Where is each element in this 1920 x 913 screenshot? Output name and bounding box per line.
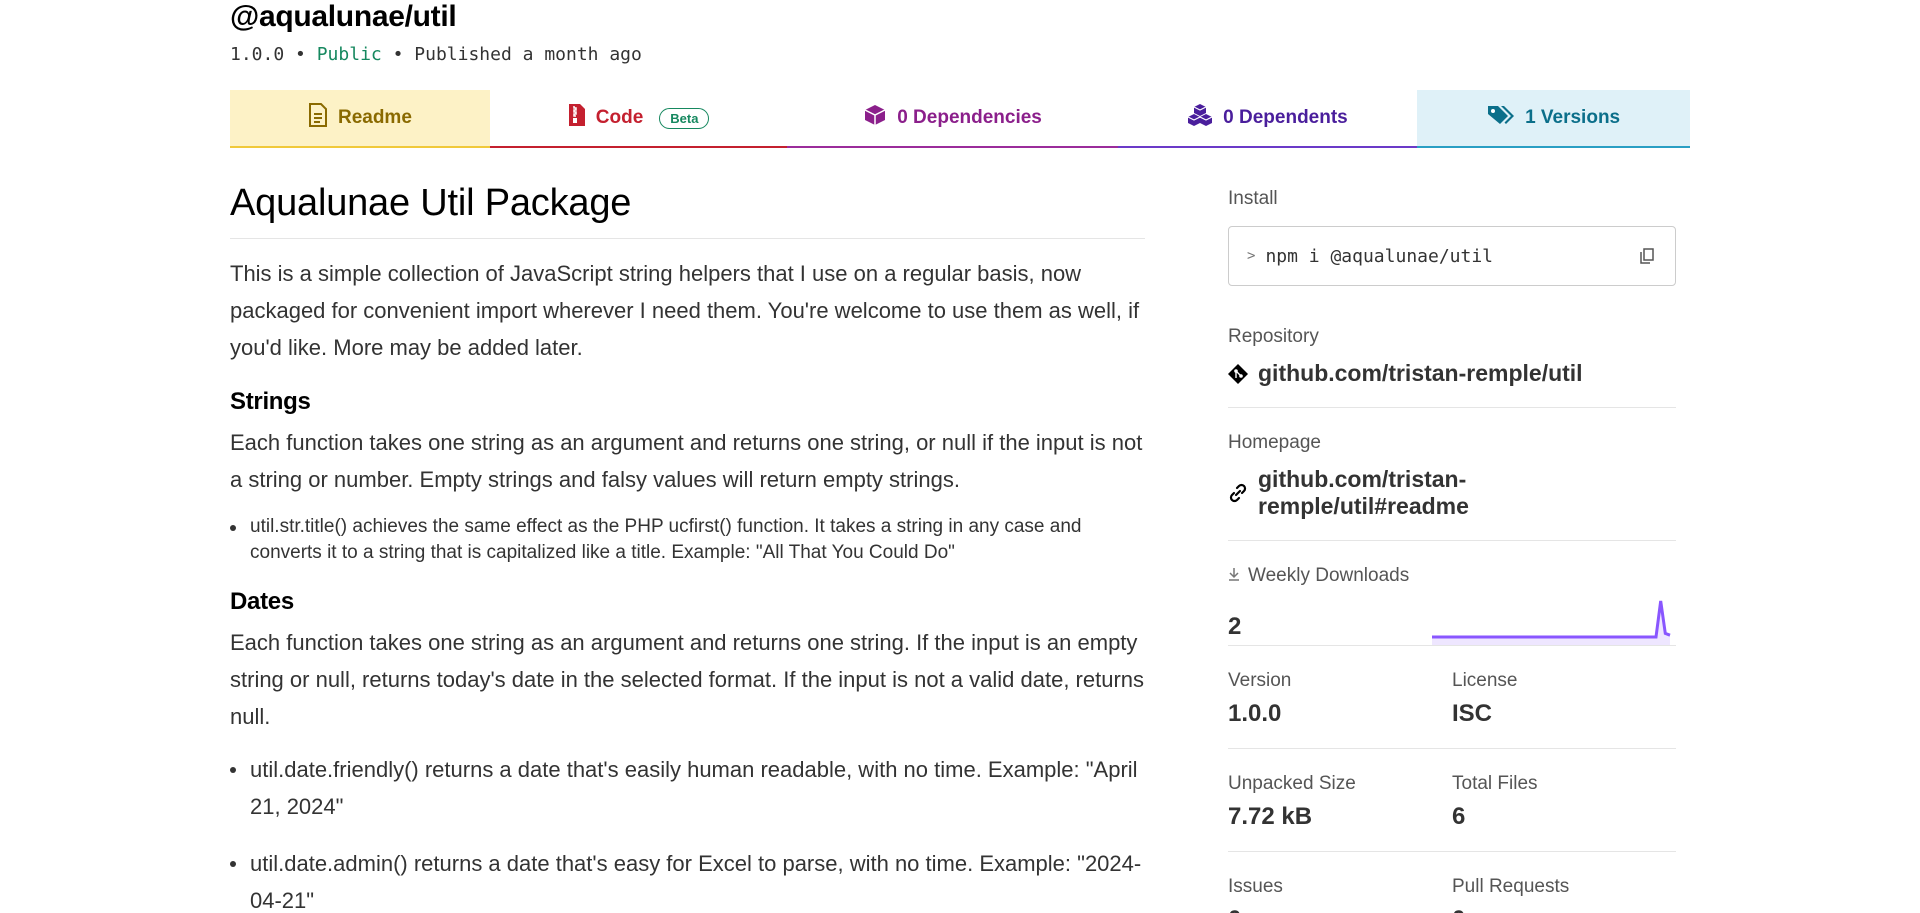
readme-content: Aqualunae Util Package This is a simple … bbox=[230, 178, 1145, 913]
install-section: Install > npm i @aqualunae/util bbox=[1228, 188, 1676, 286]
strings-description: Each function takes one string as an arg… bbox=[230, 430, 1143, 492]
install-command[interactable]: npm i @aqualunae/util bbox=[1265, 246, 1637, 267]
dates-heading: Dates bbox=[230, 588, 294, 615]
package-meta: 1.0.0 • Public • Published a month ago bbox=[230, 44, 1690, 65]
version-value: 1.0.0 bbox=[1228, 700, 1282, 727]
tab-dependencies-label: 0 Dependencies bbox=[897, 107, 1042, 128]
list-item: util.str.title() achieves the same effec… bbox=[230, 514, 1145, 566]
meta-separator: • bbox=[295, 44, 306, 65]
weekly-downloads-section: Weekly Downloads 2 bbox=[1228, 541, 1676, 646]
package-header: @aqualunae/util 1.0.0 • Public • Publish… bbox=[230, 0, 1690, 65]
git-icon bbox=[1228, 363, 1248, 384]
package-published: Published a month ago bbox=[414, 44, 642, 65]
unpacked-size-block: Unpacked Size 7.72 kB bbox=[1228, 773, 1452, 831]
package-tabs: Readme Code Beta 0 Dependencies 0 Depend… bbox=[230, 90, 1690, 148]
package-visibility: Public bbox=[316, 44, 382, 65]
download-icon bbox=[1228, 565, 1240, 587]
pull-requests-block: Pull Requests 0 bbox=[1452, 876, 1676, 913]
weekly-downloads-label: Weekly Downloads bbox=[1248, 565, 1410, 586]
issues-value[interactable]: 0 bbox=[1228, 906, 1452, 913]
tab-dependents-label: 0 Dependents bbox=[1223, 107, 1348, 128]
readme-title: Aqualunae Util Package bbox=[230, 178, 1145, 239]
license-block: License ISC bbox=[1452, 670, 1676, 728]
tags-icon bbox=[1487, 104, 1515, 132]
repository-link[interactable]: github.com/tristan-remple/util bbox=[1228, 360, 1676, 387]
install-command-box[interactable]: > npm i @aqualunae/util bbox=[1228, 226, 1676, 286]
size-files-section: Unpacked Size 7.72 kB Total Files 6 bbox=[1228, 749, 1676, 852]
prompt-chevron-icon: > bbox=[1247, 248, 1256, 264]
tab-code[interactable]: Code Beta bbox=[489, 90, 788, 148]
boxes-icon bbox=[1187, 103, 1213, 133]
link-icon bbox=[1228, 483, 1248, 503]
license-label: License bbox=[1452, 670, 1518, 691]
unpacked-size-label: Unpacked Size bbox=[1228, 773, 1356, 794]
package-name: @aqualunae/util bbox=[230, 0, 457, 33]
list-item: util.date.admin() returns a date that's … bbox=[230, 845, 1145, 913]
license-value: ISC bbox=[1452, 700, 1493, 727]
meta-separator: • bbox=[392, 44, 404, 65]
version-license-section: Version 1.0.0 License ISC bbox=[1228, 646, 1676, 749]
package-version: 1.0.0 bbox=[230, 44, 285, 65]
pull-requests-label: Pull Requests bbox=[1452, 876, 1570, 897]
tab-readme[interactable]: Readme bbox=[230, 90, 490, 148]
tab-versions-label: 1 Versions bbox=[1525, 107, 1621, 128]
version-label: Version bbox=[1228, 670, 1292, 691]
homepage-link[interactable]: github.com/tristan-remple/util#readme bbox=[1228, 466, 1676, 520]
strings-heading: Strings bbox=[230, 388, 311, 415]
homepage-url[interactable]: github.com/tristan-remple/util#readme bbox=[1258, 466, 1676, 520]
pull-requests-value[interactable]: 0 bbox=[1452, 906, 1676, 913]
beta-badge: Beta bbox=[659, 107, 710, 129]
repository-url[interactable]: github.com/tristan-remple/util bbox=[1258, 360, 1583, 387]
issues-prs-section: Issues 0 Pull Requests 0 bbox=[1228, 852, 1676, 913]
tab-versions[interactable]: 1 Versions bbox=[1417, 90, 1690, 148]
box-icon bbox=[863, 103, 887, 133]
issues-block: Issues 0 bbox=[1228, 876, 1452, 913]
homepage-label: Homepage bbox=[1228, 432, 1321, 453]
copy-icon[interactable] bbox=[1637, 246, 1657, 266]
package-sidebar: Install > npm i @aqualunae/util Reposito… bbox=[1228, 188, 1676, 913]
tab-readme-label: Readme bbox=[337, 107, 412, 128]
repository-section: Repository github.com/tristan-remple/uti… bbox=[1228, 286, 1676, 408]
dates-list: util.date.friendly() returns a date that… bbox=[230, 751, 1145, 913]
repository-label: Repository bbox=[1228, 326, 1319, 347]
dates-description: Each function takes one string as an arg… bbox=[230, 630, 1145, 729]
tab-dependencies[interactable]: 0 Dependencies bbox=[787, 90, 1118, 148]
issues-label: Issues bbox=[1228, 876, 1283, 897]
readme-doc-icon bbox=[308, 103, 328, 133]
homepage-section: Homepage github.com/tristan-remple/util#… bbox=[1228, 408, 1676, 541]
total-files-label: Total Files bbox=[1452, 773, 1538, 794]
total-files-value: 6 bbox=[1452, 803, 1466, 830]
tab-dependents[interactable]: 0 Dependents bbox=[1117, 90, 1418, 148]
weekly-downloads-row: 2 bbox=[1228, 597, 1676, 645]
sparkline-line bbox=[1432, 600, 1671, 639]
unpacked-size-value: 7.72 kB bbox=[1228, 803, 1313, 830]
weekly-downloads-heading: Weekly Downloads bbox=[1228, 565, 1676, 587]
tab-code-label: Code bbox=[595, 107, 644, 128]
downloads-sparkline bbox=[1432, 600, 1671, 645]
code-file-icon bbox=[568, 103, 586, 133]
total-files-block: Total Files 6 bbox=[1452, 773, 1676, 831]
readme-intro: This is a simple collection of JavaScrip… bbox=[230, 261, 1140, 360]
version-block: Version 1.0.0 bbox=[1228, 670, 1452, 728]
strings-list: util.str.title() achieves the same effec… bbox=[230, 514, 1145, 566]
list-item: util.date.friendly() returns a date that… bbox=[230, 751, 1145, 825]
weekly-downloads-count: 2 bbox=[1228, 613, 1242, 640]
install-label: Install bbox=[1228, 188, 1278, 209]
